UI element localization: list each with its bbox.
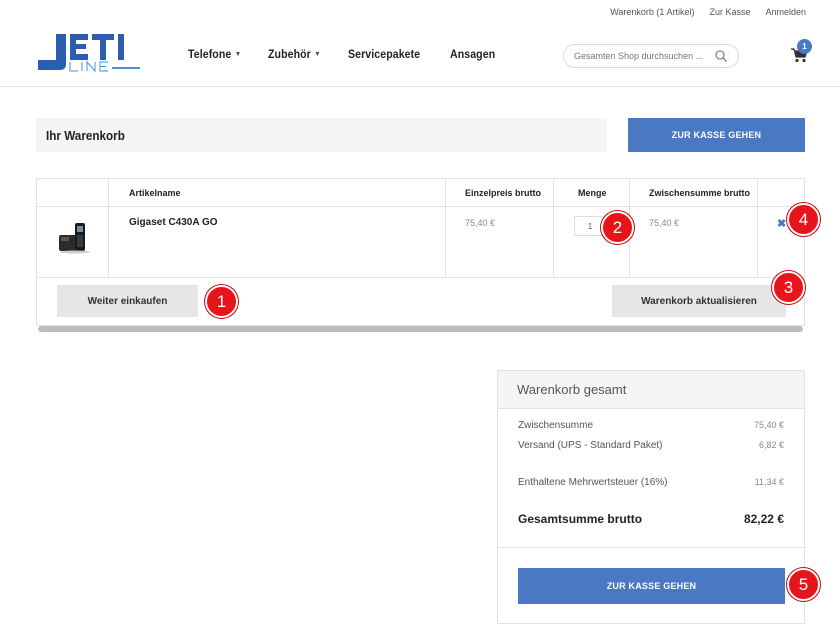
totals-heading: Warenkorb gesamt	[498, 371, 804, 409]
continue-shopping-button[interactable]: Weiter einkaufen	[57, 285, 198, 317]
totals-divider	[498, 547, 804, 548]
product-name[interactable]: Gigaset C430A GO	[129, 217, 218, 228]
cart-count-badge: 1	[797, 39, 812, 54]
cart-page: Warenkorb (1 Artikel) Zur Kasse Anmelden…	[0, 0, 840, 639]
nav-ansagen-label: Ansagen	[450, 47, 496, 61]
col-divider	[445, 179, 446, 277]
totals-row-label: Zwischensumme	[518, 420, 594, 431]
col-divider	[108, 179, 109, 277]
nav-telefone[interactable]: Telefone ▼	[188, 47, 241, 61]
nav-telefone-label: Telefone	[188, 47, 232, 61]
header-subtotal: Zwischensumme brutto	[649, 188, 751, 198]
header-article: Artikelname	[129, 188, 181, 198]
totals-row-label: Enthaltene Mehrwertsteuer (16%)	[518, 477, 668, 488]
top-links: Warenkorb (1 Artikel) Zur Kasse Anmelden	[610, 7, 806, 17]
col-divider	[553, 179, 554, 277]
grand-total-value: 82,22 €	[743, 512, 784, 526]
totals-row-label: Versand (UPS - Standard Paket)	[518, 440, 663, 451]
remove-item-icon[interactable]: ✖	[777, 217, 786, 230]
caret-down-icon: ▼	[314, 50, 321, 58]
totals-row-value: 11,34 €	[754, 477, 784, 487]
update-cart-button[interactable]: Warenkorb aktualisieren	[612, 285, 786, 317]
jetiline-logo[interactable]	[36, 30, 142, 74]
totals-row-value: 6,82 €	[758, 440, 784, 450]
nav-zubehoer-label: Zubehör	[268, 47, 312, 61]
row-subtotal: 75,40 €	[649, 218, 680, 228]
marker-4: 4	[787, 203, 820, 236]
nav-servicepakete[interactable]: Servicepakete	[348, 47, 420, 61]
cart-table: Artikelname Einzelpreis brutto Menge Zwi…	[36, 178, 805, 326]
page-title-bar: Ihr Warenkorb	[36, 118, 607, 152]
checkout-button-top[interactable]: ZUR KASSE GEHEN	[628, 118, 805, 152]
product-thumbnail[interactable]	[57, 219, 93, 255]
marker-2: 2	[601, 211, 634, 244]
main-nav: Telefone ▼ Zubehör ▼ Servicepakete Ansag…	[188, 47, 501, 61]
header-unit-price: Einzelpreis brutto	[465, 188, 542, 198]
row-divider	[37, 206, 804, 207]
header-divider	[0, 86, 840, 87]
checkout-button-bottom[interactable]: ZUR KASSE GEHEN	[518, 568, 785, 604]
nav-ansagen[interactable]: Ansagen	[450, 47, 495, 61]
search-placeholder: Gesamten Shop durchsuchen ...	[574, 51, 704, 61]
header-quantity: Menge	[578, 188, 607, 198]
toplink-login[interactable]: Anmelden	[765, 7, 806, 17]
cart-totals: Warenkorb gesamt Zwischensumme 75,40 € V…	[497, 370, 805, 624]
nav-servicepakete-label: Servicepakete	[348, 47, 421, 61]
search-icon[interactable]	[714, 49, 728, 63]
marker-1: 1	[205, 285, 238, 318]
caret-down-icon: ▼	[234, 50, 242, 58]
grand-total-label: Gesamtsumme brutto	[518, 512, 643, 526]
horizontal-scrollbar[interactable]	[38, 326, 803, 332]
unit-price: 75,40 €	[465, 218, 496, 228]
row-divider	[37, 277, 804, 278]
col-divider	[757, 179, 758, 277]
toplink-checkout[interactable]: Zur Kasse	[709, 7, 750, 17]
marker-5: 5	[787, 568, 820, 601]
nav-zubehoer[interactable]: Zubehör ▼	[268, 47, 321, 61]
totals-row-value: 75,40 €	[753, 420, 784, 430]
search-input[interactable]: Gesamten Shop durchsuchen ...	[563, 44, 739, 68]
page-title: Ihr Warenkorb	[46, 127, 125, 143]
toplink-cart[interactable]: Warenkorb (1 Artikel)	[610, 7, 694, 17]
marker-3: 3	[772, 271, 805, 304]
